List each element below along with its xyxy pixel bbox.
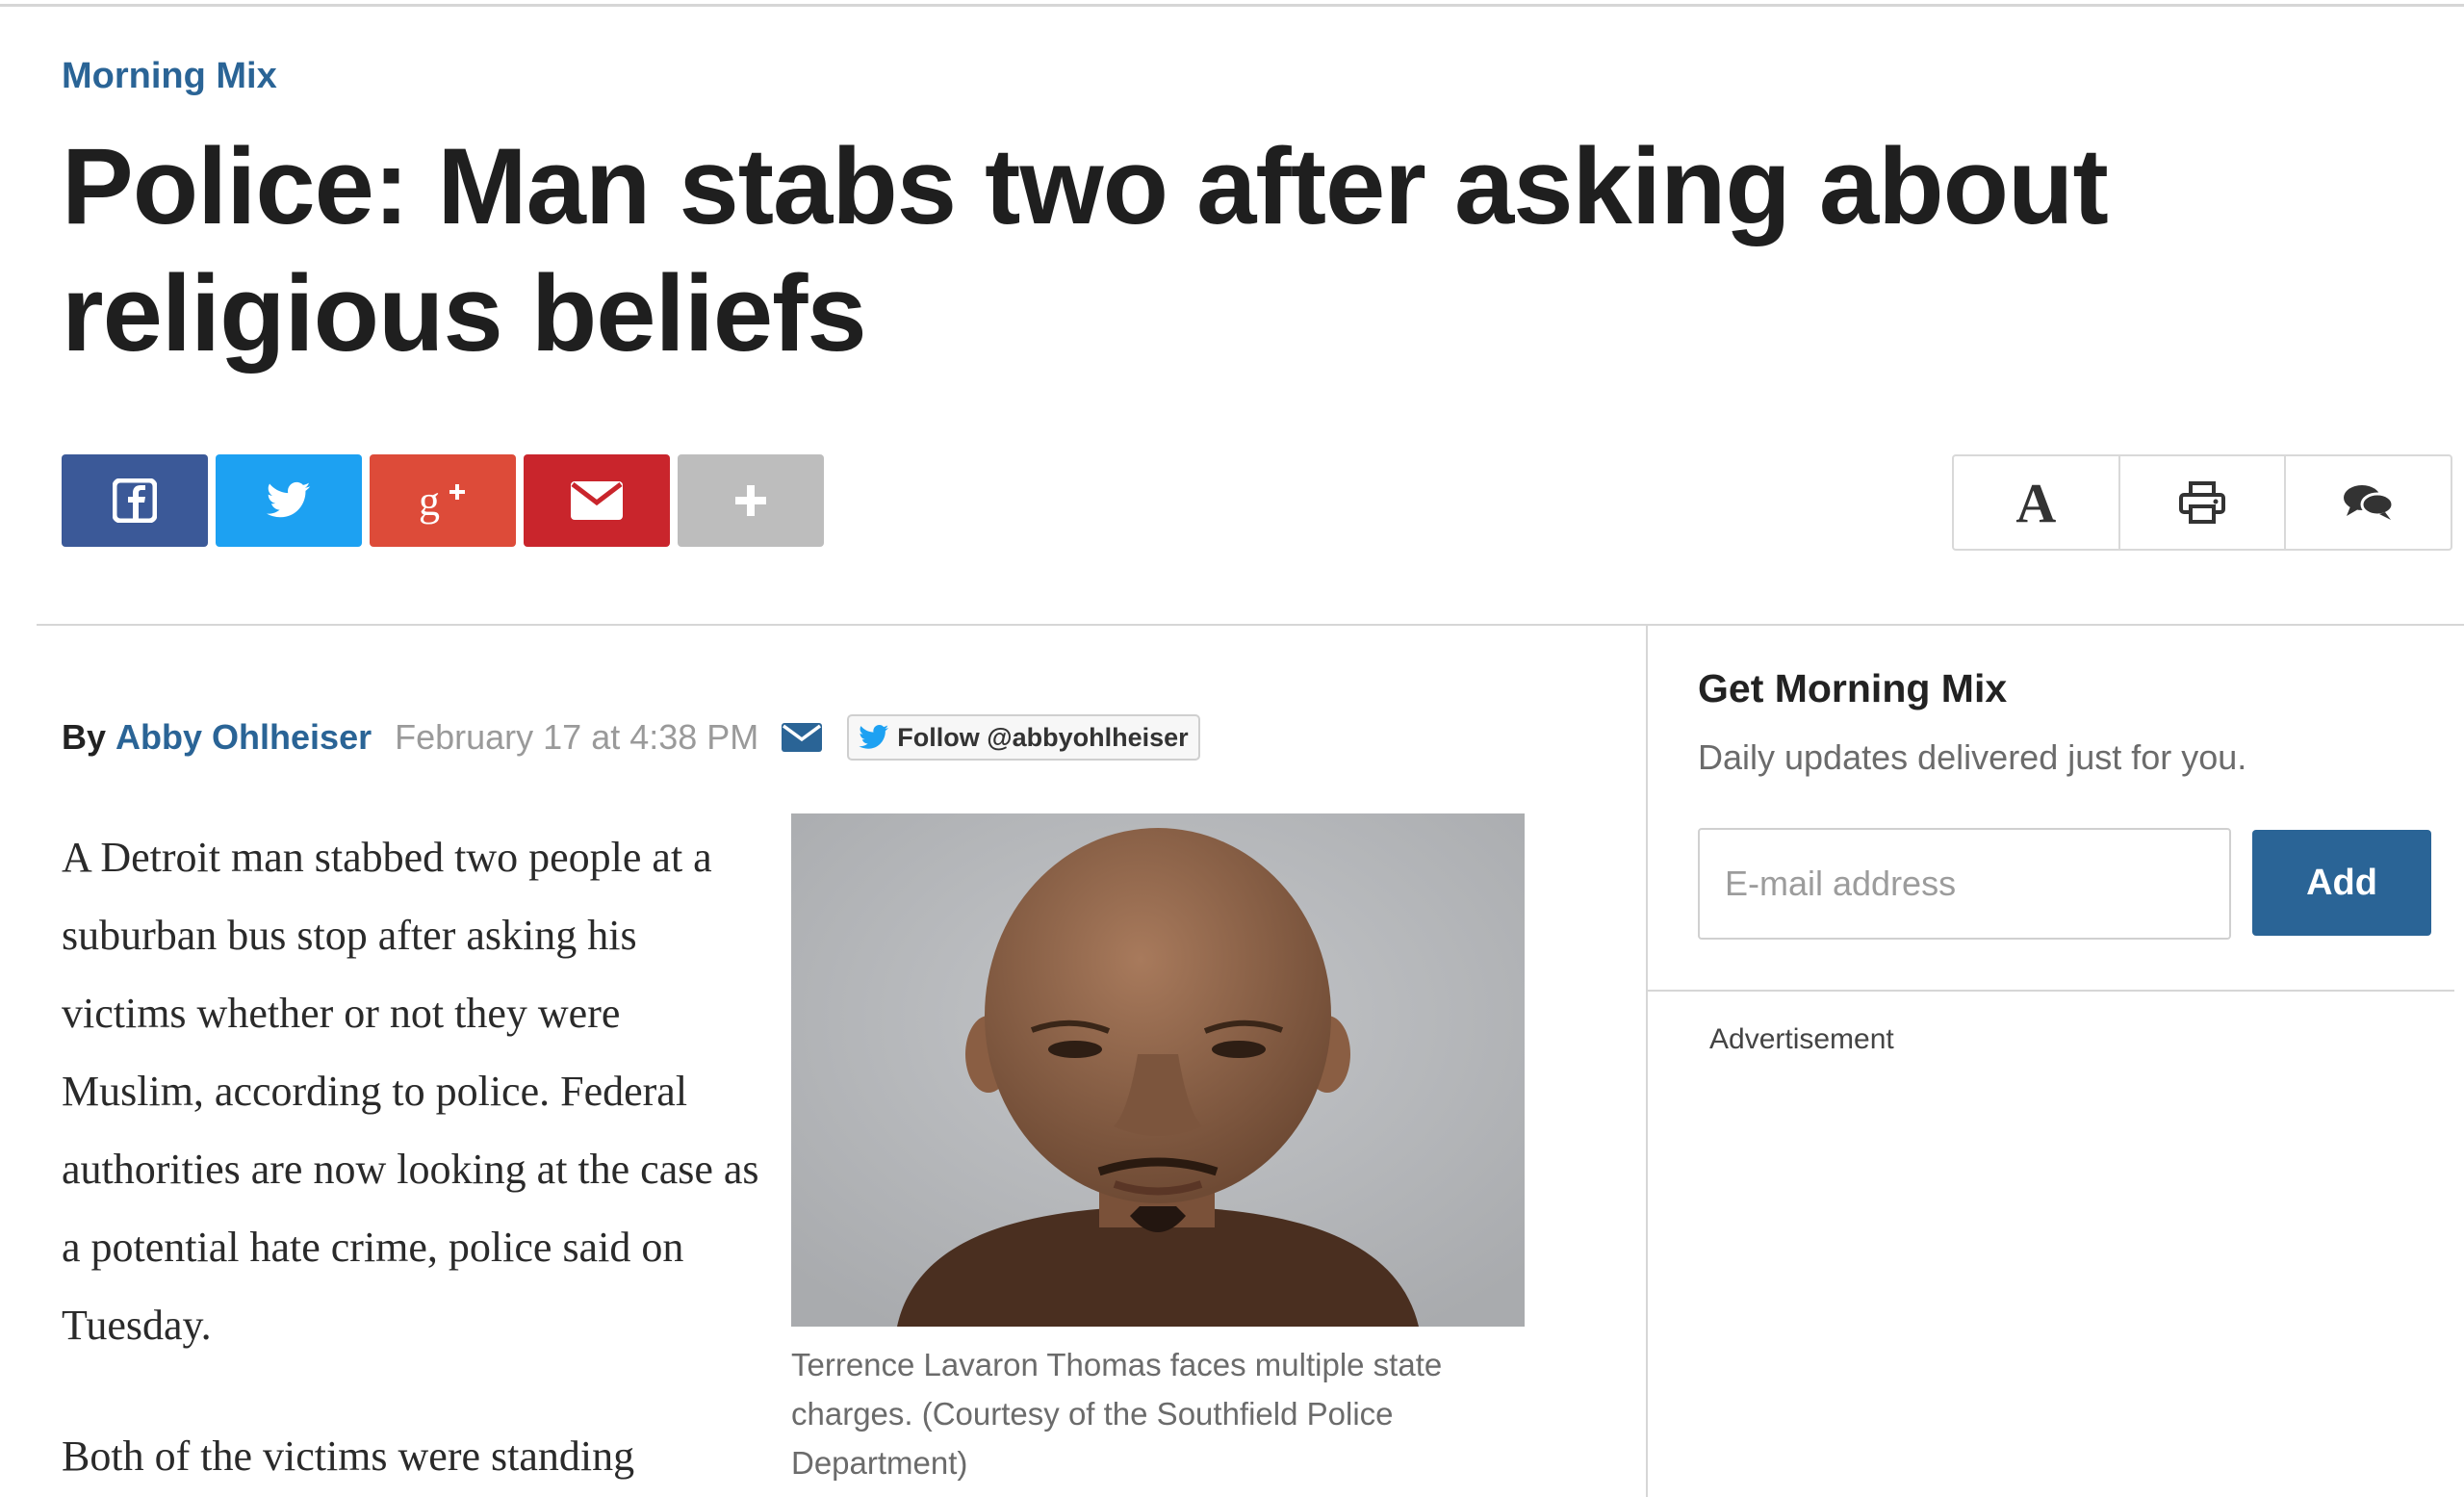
email-icon bbox=[571, 481, 623, 520]
rail-divider bbox=[1648, 990, 2454, 992]
font-size-icon: A bbox=[2015, 471, 2057, 534]
add-button[interactable]: Add bbox=[2252, 830, 2431, 936]
plus-icon bbox=[735, 485, 766, 516]
newsletter-title: Get Morning Mix bbox=[1698, 666, 2008, 710]
comments-icon bbox=[2343, 485, 2395, 520]
twitter-follow-button[interactable]: Follow @abbyohlheiser bbox=[847, 714, 1200, 761]
byline-prefix: By bbox=[62, 717, 107, 757]
article-tools: A bbox=[1952, 454, 2452, 551]
facebook-share-button[interactable] bbox=[62, 454, 208, 547]
facebook-icon bbox=[113, 478, 157, 523]
email-input[interactable] bbox=[1698, 828, 2231, 940]
twitter-icon bbox=[859, 725, 889, 749]
newsletter-description: Daily updates delivered just for you. bbox=[1698, 737, 2247, 777]
author-link[interactable]: Abby Ohlheiser bbox=[116, 717, 372, 758]
font-size-button[interactable]: A bbox=[1954, 456, 2120, 549]
envelope-icon bbox=[782, 723, 823, 752]
comments-button[interactable] bbox=[2286, 456, 2451, 549]
column-divider bbox=[1646, 626, 1648, 1497]
print-button[interactable] bbox=[2120, 456, 2287, 549]
article-photo bbox=[791, 813, 1525, 1327]
google-plus-icon: g bbox=[419, 477, 465, 525]
twitter-share-button[interactable] bbox=[216, 454, 362, 547]
email-author-button[interactable] bbox=[782, 723, 823, 752]
publish-date: February 17 at 4:38 PM bbox=[395, 717, 759, 757]
section-divider bbox=[37, 624, 2464, 626]
photo-caption: Terrence Lavaron Thomas faces multiple s… bbox=[791, 1347, 1443, 1481]
section-kicker[interactable]: Morning Mix bbox=[62, 56, 277, 97]
twitter-icon bbox=[267, 481, 311, 518]
top-divider bbox=[0, 4, 2464, 7]
more-share-button[interactable] bbox=[678, 454, 824, 547]
print-icon bbox=[2179, 481, 2225, 524]
email-share-button[interactable] bbox=[524, 454, 670, 547]
follow-label: Follow @abbyohlheiser bbox=[897, 722, 1189, 752]
advertisement-label: Advertisement bbox=[1709, 1023, 1894, 1055]
article-paragraph: Both of the victims were standing bbox=[62, 1432, 635, 1480]
article-headline: Police: Man stabs two after asking about… bbox=[62, 126, 2109, 374]
google-plus-share-button[interactable]: g bbox=[370, 454, 516, 547]
svg-text:g: g bbox=[419, 477, 440, 525]
byline: By Abby Ohlheiser February 17 at 4:38 PM… bbox=[62, 712, 1200, 762]
article-paragraph: A Detroit man stabbed two people at a su… bbox=[62, 834, 759, 1349]
